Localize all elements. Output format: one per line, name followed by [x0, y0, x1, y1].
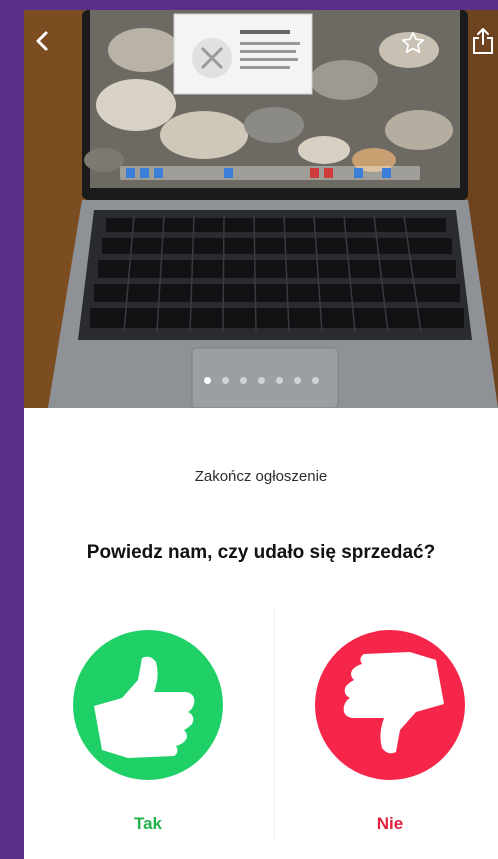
- sold-no-button[interactable]: Nie: [310, 630, 470, 834]
- thumbs-down-icon: [343, 652, 444, 754]
- listing-photo: [24, 10, 498, 408]
- pagination-dot[interactable]: [275, 377, 283, 384]
- choice-divider: [274, 610, 275, 840]
- pagination-dot[interactable]: [311, 377, 319, 384]
- sheet-title: Zakończ ogłoszenie: [194, 468, 328, 485]
- sold-yes-button[interactable]: Tak: [68, 630, 228, 834]
- pagination-dot-active[interactable]: [203, 377, 211, 384]
- no-label: Nie: [376, 814, 404, 833]
- pagination-dot[interactable]: [293, 377, 301, 384]
- share-button[interactable]: [468, 26, 498, 56]
- chevron-left-icon: [36, 31, 48, 51]
- pagination-dot[interactable]: [239, 377, 247, 384]
- no-circle: [315, 630, 465, 780]
- thumbs-up-icon: [94, 656, 195, 758]
- yes-label: Tak: [133, 814, 163, 833]
- star-outline-icon: [401, 31, 425, 53]
- back-button[interactable]: [28, 26, 58, 56]
- yes-circle: [73, 630, 223, 780]
- app-screen: Zakończ ogłoszenie Powiedz nam, czy udał…: [24, 10, 498, 859]
- pagination-dot[interactable]: [257, 377, 265, 384]
- favorite-button[interactable]: [398, 28, 428, 58]
- gallery-pagination: [24, 377, 498, 384]
- listing-photo-gallery[interactable]: [24, 10, 498, 408]
- pagination-dot[interactable]: [221, 377, 229, 384]
- share-icon: [473, 28, 493, 54]
- sale-question: Powiedz nam, czy udało się sprzedać?: [86, 542, 436, 563]
